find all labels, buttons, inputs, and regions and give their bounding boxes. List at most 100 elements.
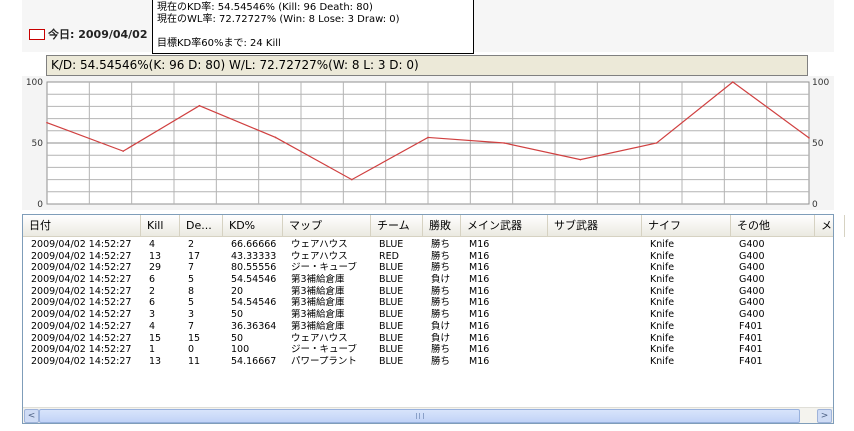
kd-series-point <box>351 178 353 181</box>
table-cell: 6 <box>149 274 156 286</box>
table-cell: M16 <box>469 250 490 262</box>
table-row[interactable]: 2009/04/02 14:52:27 6 5 54.54546 第3補給倉庫 BLUE 負… <box>23 274 833 286</box>
table-cell: M16 <box>469 332 490 344</box>
chart-svg: 100 100 50 50 0 0 <box>26 78 830 210</box>
table-cell: G400 <box>739 250 765 262</box>
table-cell: ジー・キューブ <box>291 262 357 274</box>
column-header[interactable]: 日付 <box>23 215 141 237</box>
table-cell: M16 <box>469 355 490 367</box>
table-cell: 2009/04/02 14:52:27 <box>31 344 132 356</box>
table-cell: G400 <box>739 297 765 309</box>
table-cell <box>548 286 642 298</box>
grip-icon <box>415 413 424 419</box>
table-row[interactable]: 2009/04/02 14:52:27 13 11 54.16667 パワープラント BL… <box>23 356 833 368</box>
kd-wl-summary-bar: K/D: 54.54546%(K: 96 D: 80) W/L: 72.7272… <box>46 55 808 76</box>
column-header[interactable]: その他 <box>731 215 815 237</box>
column-header[interactable]: サブ武器 <box>548 215 642 237</box>
stats-tooltip: 現在のKD率: 54.54546% (Kill: 96 Death: 80) 現… <box>152 0 474 54</box>
table-cell: 勝ち <box>431 309 451 321</box>
column-header[interactable]: KD% <box>223 215 283 237</box>
kd-series-point <box>808 137 810 139</box>
table-cell: F401 <box>739 320 763 332</box>
tooltip-kd-line: 現在のKD率: 54.54546% (Kill: 96 Death: 80) <box>157 2 373 13</box>
horizontal-scrollbar[interactable]: < > <box>23 407 833 423</box>
table-cell: M16 <box>469 297 490 309</box>
table-cell: 5 <box>188 297 195 309</box>
table-cell: 勝ち <box>431 355 451 367</box>
table-cell <box>548 344 642 356</box>
table-row[interactable]: 2009/04/02 14:52:27 13 17 43.33333 ウェアハウス RED… <box>23 251 833 263</box>
table-cell: BLUE <box>379 309 404 321</box>
kd-series-point <box>46 121 48 124</box>
table-cell: BLUE <box>379 344 404 356</box>
table-cell: 2009/04/02 14:52:27 <box>31 332 132 344</box>
table-row[interactable]: 2009/04/02 14:52:27 2 8 20 第3補給倉庫 BLUE 勝ち M16 Kn… <box>23 286 833 298</box>
table-cell: 第3補給倉庫 <box>291 285 345 297</box>
table-cell: 2009/04/02 14:52:27 <box>31 320 132 332</box>
table-cell: RED <box>379 250 399 262</box>
tooltip-target-line: 目標KD率60%まで: 24 Kill <box>157 38 281 49</box>
column-header[interactable]: マップ <box>283 215 371 237</box>
column-header[interactable]: Kill <box>141 215 180 237</box>
kd-series-point <box>427 136 429 139</box>
scroll-right-button[interactable]: > <box>817 409 832 423</box>
table-cell: ウェアハウス <box>291 239 348 250</box>
table-cell: 8 <box>188 285 195 297</box>
table-cell: M16 <box>469 309 490 321</box>
table-cell: 4 <box>149 239 156 250</box>
table-row[interactable]: 2009/04/02 14:52:27 6 5 54.54546 第3補給倉庫 BLUE 勝… <box>23 297 833 309</box>
table-cell: 13 <box>149 250 162 262</box>
table-cell <box>548 297 642 309</box>
table-cell: 11 <box>188 355 201 367</box>
table-row[interactable]: 2009/04/02 14:52:27 29 7 80.55556 ジー・キューブ BLU… <box>23 262 833 274</box>
kd-history-chart: 100 100 50 50 0 0 <box>22 76 834 210</box>
chevron-right-icon: > <box>820 411 829 421</box>
table-row[interactable]: 2009/04/02 14:52:27 3 3 50 第3補給倉庫 BLUE 勝ち M16 Kn… <box>23 309 833 321</box>
table-cell: G400 <box>739 262 765 274</box>
table-cell: Knife <box>650 355 675 367</box>
table-cell: 2009/04/02 14:52:27 <box>31 239 132 250</box>
kd-series-point <box>579 158 582 161</box>
table-cell: 29 <box>149 262 162 274</box>
scroll-thumb[interactable] <box>39 409 800 423</box>
table-cell: 3 <box>188 309 195 321</box>
table-row[interactable]: 2009/04/02 14:52:27 4 2 66.66666 ウェアハウス BLUE 勝… <box>23 239 833 251</box>
table-cell: Knife <box>650 250 675 262</box>
column-header[interactable]: メ <box>815 215 845 237</box>
y-tick-label-left: 50 <box>32 139 44 149</box>
table-cell: G400 <box>739 285 765 297</box>
table-cell: 勝ち <box>431 344 451 356</box>
table-cell: 6 <box>149 297 156 309</box>
table-cell: 43.33333 <box>231 250 277 262</box>
table-cell: 2009/04/02 14:52:27 <box>31 250 132 262</box>
table-row[interactable]: 2009/04/02 14:52:27 4 7 36.36364 第3補給倉庫 BLUE 負… <box>23 321 833 333</box>
column-header[interactable]: メイン武器 <box>461 215 548 237</box>
table-row[interactable]: 2009/04/02 14:52:27 15 15 50 ウェアハウス BLUE 負け M16… <box>23 333 833 345</box>
table-cell: BLUE <box>379 285 404 297</box>
column-header[interactable]: De... <box>180 215 223 237</box>
match-history-table: 日付 Kill De... KD% マップ チーム 勝敗 メイン武器 サブ武器 ナイフ その他メ 2… <box>22 214 845 424</box>
column-header[interactable]: 勝敗 <box>423 215 461 237</box>
table-cell: Knife <box>650 274 675 286</box>
table-cell: 13 <box>149 355 162 367</box>
table-cell: ジー・キューブ <box>291 344 357 356</box>
table-cell: G400 <box>739 239 765 250</box>
kd-series-point <box>122 150 124 152</box>
scroll-left-button[interactable]: < <box>24 409 39 423</box>
table-cell: 第3補給倉庫 <box>291 320 345 332</box>
table-cell: 50 <box>231 309 244 321</box>
table-cell: Knife <box>650 320 675 332</box>
column-header[interactable]: チーム <box>371 215 423 237</box>
y-tick-label-right: 0 <box>812 200 818 210</box>
kd-series-point <box>732 81 734 83</box>
table-row[interactable]: 2009/04/02 14:52:27 1 0 100 ジー・キューブ BLUE 勝ち M16… <box>23 344 833 356</box>
table-cell: BLUE <box>379 274 404 286</box>
table-cell: 2009/04/02 14:52:27 <box>31 297 132 309</box>
legend-swatch-icon <box>29 28 45 40</box>
table-cell: 2009/04/02 14:52:27 <box>31 355 132 367</box>
table-cell <box>548 274 642 286</box>
column-header[interactable]: ナイフ <box>642 215 731 237</box>
table-cell <box>548 321 642 333</box>
table-cell: 4 <box>149 320 156 332</box>
date-legend: 今日: 2009/04/02 <box>29 27 148 41</box>
